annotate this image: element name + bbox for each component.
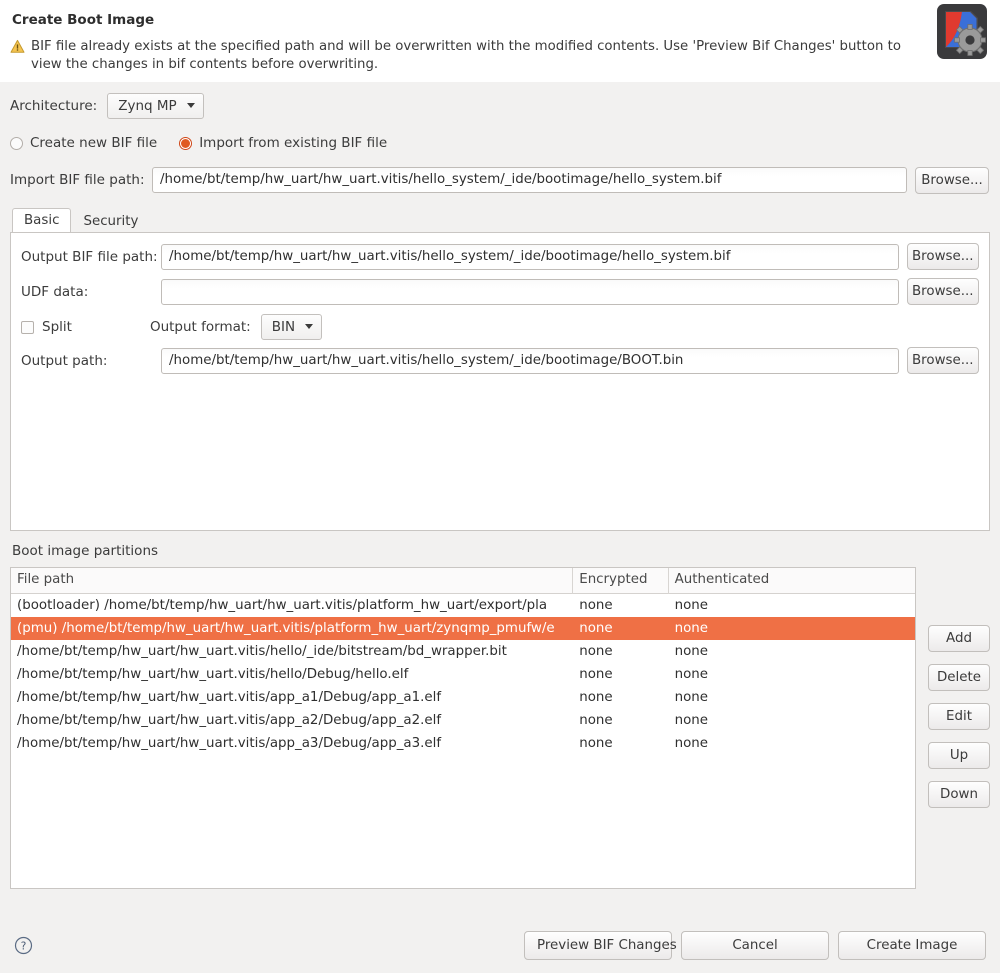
architecture-label: Architecture: <box>10 98 98 114</box>
cell-authenticated: none <box>674 598 709 613</box>
cell-file-path: /home/bt/temp/hw_uart/hw_uart.vitis/app_… <box>17 690 442 705</box>
cell-authenticated: none <box>674 667 709 682</box>
partition-actions: Add Delete Edit Up Down <box>928 567 990 808</box>
udf-data-row: UDF data: Browse... <box>15 278 979 305</box>
boot-image-gear-icon <box>932 2 992 62</box>
chevron-down-icon <box>186 103 195 108</box>
table-row[interactable]: /home/bt/temp/hw_uart/hw_uart.vitis/app_… <box>11 732 915 755</box>
table-row[interactable]: /home/bt/temp/hw_uart/hw_uart.vitis/hell… <box>11 640 915 663</box>
output-path-input[interactable]: /home/bt/temp/hw_uart/hw_uart.vitis/hell… <box>161 347 899 374</box>
down-button[interactable]: Down <box>928 781 990 808</box>
bif-source-radio-group: Create new BIF file Import from existing… <box>10 131 990 155</box>
cell-file-path: (pmu) /home/bt/temp/hw_uart/hw_uart.viti… <box>17 621 555 636</box>
tabstrip: Basic Security <box>10 207 990 233</box>
tabpanel-basic: Output BIF file path: /home/bt/temp/hw_u… <box>10 232 990 531</box>
import-bif-path-row: Import BIF file path: /home/bt/temp/hw_u… <box>10 166 990 194</box>
output-format-label: Output format: <box>149 319 251 335</box>
table-row[interactable]: /home/bt/temp/hw_uart/hw_uart.vitis/app_… <box>11 686 915 709</box>
warning-message-area: BIF file already exists at the specified… <box>10 38 935 73</box>
output-bif-browse-button[interactable]: Browse... <box>906 243 979 270</box>
cancel-button[interactable]: Cancel <box>681 930 829 960</box>
partitions-table[interactable]: File path Encrypted Authenticated (bootl… <box>10 567 916 889</box>
warning-triangle-icon <box>10 39 25 60</box>
cell-authenticated: none <box>674 736 709 751</box>
cell-file-path: /home/bt/temp/hw_uart/hw_uart.vitis/hell… <box>17 644 507 659</box>
cell-encrypted: none <box>579 690 613 705</box>
cell-encrypted: none <box>579 713 613 728</box>
create-image-button[interactable]: Create Image <box>838 930 986 960</box>
column-header-encrypted[interactable]: Encrypted <box>573 568 669 594</box>
chevron-down-icon <box>305 324 314 329</box>
cell-file-path: /home/bt/temp/hw_uart/hw_uart.vitis/app_… <box>17 736 442 751</box>
cell-encrypted: none <box>579 667 613 682</box>
delete-button[interactable]: Delete <box>928 664 990 691</box>
output-bif-path-row: Output BIF file path: /home/bt/temp/hw_u… <box>15 243 979 270</box>
help-question-icon[interactable]: ? <box>14 936 33 955</box>
import-bif-path-label: Import BIF file path: <box>10 172 145 188</box>
udf-data-label: UDF data: <box>21 283 89 300</box>
output-path-browse-button[interactable]: Browse... <box>906 347 979 374</box>
partitions-area: File path Encrypted Authenticated (bootl… <box>10 567 990 889</box>
partitions-rows: (bootloader) /home/bt/temp/hw_uart/hw_ua… <box>11 594 915 755</box>
radio-create-new-bif-label: Create new BIF file <box>30 135 158 151</box>
cell-authenticated: none <box>674 713 709 728</box>
preview-bif-changes-button[interactable]: Preview BIF Changes <box>524 930 677 960</box>
column-header-authenticated[interactable]: Authenticated <box>669 568 915 594</box>
radio-import-existing-bif-label: Import from existing BIF file <box>199 135 388 151</box>
edit-button[interactable]: Edit <box>928 703 990 730</box>
tab-basic[interactable]: Basic <box>12 208 72 233</box>
column-header-file-path[interactable]: File path <box>11 568 574 594</box>
udf-data-input[interactable] <box>161 278 899 305</box>
cell-file-path: /home/bt/temp/hw_uart/hw_uart.vitis/app_… <box>17 713 442 728</box>
up-button[interactable]: Up <box>928 742 990 769</box>
radio-indicator-import-existing <box>179 136 193 150</box>
split-label: Split <box>42 319 72 335</box>
partitions-title: Boot image partitions <box>12 543 159 559</box>
settings-tabs: Basic Security Output BIF file path: /ho… <box>10 207 990 531</box>
architecture-row: Architecture: Zynq MP <box>10 91 990 121</box>
radio-create-new-bif[interactable]: Create new BIF file <box>10 135 157 151</box>
cell-authenticated: none <box>674 644 709 659</box>
cell-file-path: /home/bt/temp/hw_uart/hw_uart.vitis/hell… <box>17 667 409 682</box>
svg-text:?: ? <box>21 940 27 952</box>
add-button[interactable]: Add <box>928 625 990 652</box>
udf-data-browse-button[interactable]: Browse... <box>906 278 979 305</box>
warning-message-text: BIF file already exists at the specified… <box>31 39 901 72</box>
radio-indicator-create-new <box>10 136 23 150</box>
architecture-value: Zynq MP <box>118 97 177 114</box>
cell-encrypted: none <box>579 644 613 659</box>
output-format-select[interactable]: BIN <box>260 314 323 340</box>
cell-authenticated: none <box>674 690 709 705</box>
split-checkbox[interactable] <box>21 320 34 334</box>
cell-encrypted: none <box>579 621 613 636</box>
output-format-value: BIN <box>271 318 296 335</box>
cell-file-path: (bootloader) /home/bt/temp/hw_uart/hw_ua… <box>17 598 548 613</box>
architecture-select[interactable]: Zynq MP <box>107 93 204 119</box>
cell-authenticated: none <box>674 621 709 636</box>
import-bif-path-input[interactable]: /home/bt/temp/hw_uart/hw_uart.vitis/hell… <box>152 167 907 193</box>
radio-import-existing-bif[interactable]: Import from existing BIF file <box>179 135 387 151</box>
import-bif-browse-button[interactable]: Browse... <box>915 166 989 194</box>
dialog-body: Architecture: Zynq MP Create new BIF fil… <box>0 91 1000 889</box>
output-path-label: Output path: <box>21 352 108 369</box>
table-row[interactable]: (bootloader) /home/bt/temp/hw_uart/hw_ua… <box>11 594 915 617</box>
output-bif-path-input[interactable]: /home/bt/temp/hw_uart/hw_uart.vitis/hell… <box>161 243 899 270</box>
table-row[interactable]: /home/bt/temp/hw_uart/hw_uart.vitis/hell… <box>11 663 915 686</box>
dialog-header: Create Boot Image BIF file already exist… <box>0 0 1000 82</box>
table-row[interactable]: /home/bt/temp/hw_uart/hw_uart.vitis/app_… <box>11 709 915 732</box>
tab-security[interactable]: Security <box>71 209 150 233</box>
partitions-table-header: File path Encrypted Authenticated <box>11 568 915 594</box>
output-bif-path-label: Output BIF file path: <box>21 248 158 265</box>
output-path-row: Output path: /home/bt/temp/hw_uart/hw_ua… <box>15 347 979 374</box>
cell-encrypted: none <box>579 736 613 751</box>
cell-encrypted: none <box>579 598 613 613</box>
dialog-footer: ? Preview BIF Changes Cancel Create Imag… <box>0 917 1000 973</box>
page-title: Create Boot Image <box>12 12 155 28</box>
table-row[interactable]: (pmu) /home/bt/temp/hw_uart/hw_uart.viti… <box>11 617 915 640</box>
split-format-row: Split Output format: BIN <box>15 313 979 341</box>
